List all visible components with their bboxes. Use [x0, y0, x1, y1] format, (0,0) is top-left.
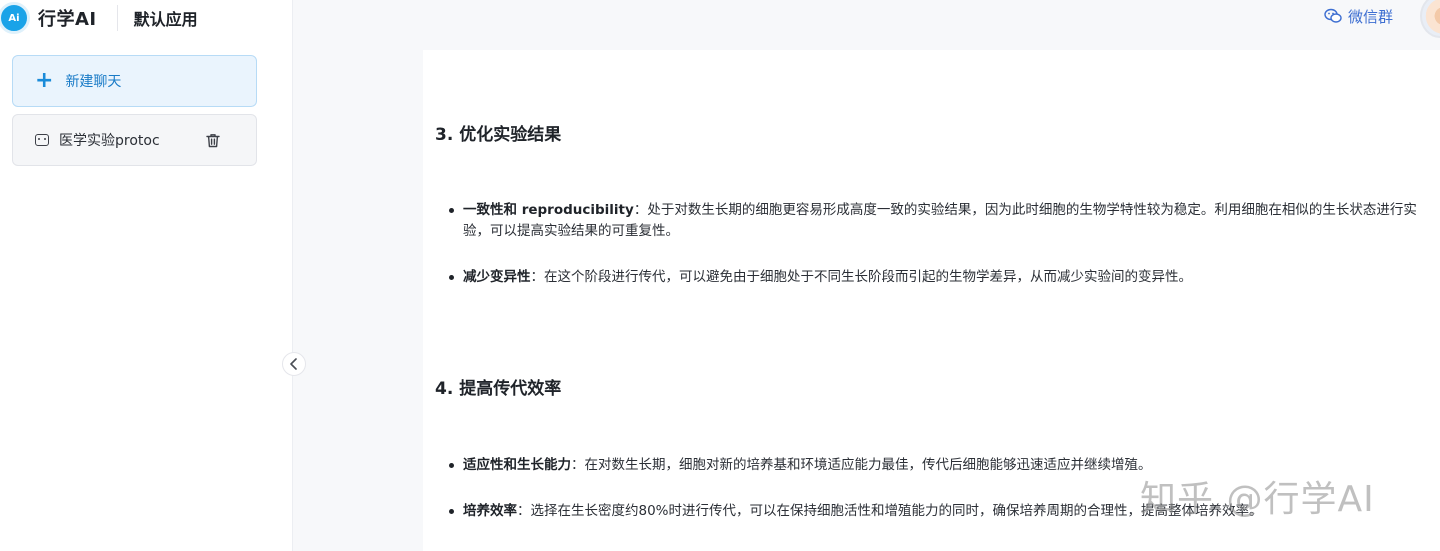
bullet-term: 一致性和 reproducibility [463, 202, 634, 218]
app-logo-icon[interactable]: Ai [0, 2, 30, 34]
chevron-left-icon [290, 358, 297, 370]
new-chat-button[interactable]: + 新建聊天 [12, 55, 257, 107]
chat-list-item[interactable]: 医学实验protoc [12, 114, 257, 166]
bullet-term: 培养效率 [463, 503, 517, 519]
bot-icon [35, 134, 49, 146]
trash-icon[interactable] [205, 132, 221, 148]
brand-divider [116, 5, 118, 31]
bullet-term: 适应性和生长能力 [463, 457, 571, 473]
bullet-text: ：在这个阶段进行传代，可以避免由于细胞处于不同生长阶段而引起的生物学差异，从而减… [530, 269, 1193, 285]
wechat-label: 微信群 [1348, 7, 1394, 26]
user-avatar[interactable] [1420, 0, 1440, 38]
list-item: 一致性和 reproducibility：处于对数生长期的细胞更容易形成高度一致… [449, 200, 1439, 242]
section-heading: 3. 优化实验结果 [435, 125, 562, 145]
brand-bar: Ai 行学AI 默认应用 [0, 0, 293, 36]
sidebar: Ai 行学AI 默认应用 + 新建聊天 医学实验protoc [0, 0, 293, 551]
logo-text: Ai [8, 12, 20, 24]
chat-item-label: 医学实验protoc [59, 133, 160, 149]
bullet-term: 减少变异性 [463, 269, 531, 285]
app-name: 默认应用 [133, 10, 198, 29]
bullet-text: ：在对数生长期，细胞对新的培养基和环境适应能力最佳，传代后细胞能够迅速适应并继续… [571, 457, 1152, 473]
trash-icon-svg [206, 133, 220, 147]
wechat-icon [1324, 8, 1342, 23]
collapse-sidebar-button[interactable] [282, 352, 306, 376]
plus-icon: + [35, 68, 54, 93]
wechat-group-link[interactable]: 微信群 [1324, 6, 1393, 26]
list-item: 减少变异性：在这个阶段进行传代，可以避免由于细胞处于不同生长阶段而引起的生物学差… [449, 267, 1439, 288]
new-chat-label: 新建聊天 [65, 74, 122, 90]
watermark: 知乎 @行学AI [1140, 479, 1375, 520]
section-heading: 4. 提高传代效率 [435, 379, 562, 399]
brand-name: 行学AI [38, 9, 97, 30]
